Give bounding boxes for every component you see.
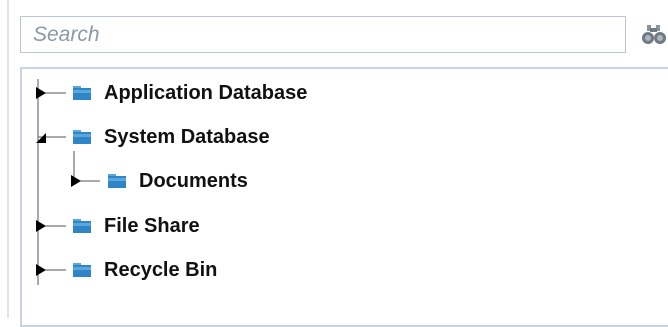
expand-arrow-icon[interactable] bbox=[34, 219, 48, 233]
expand-arrow-icon[interactable] bbox=[34, 263, 48, 277]
search-box[interactable] bbox=[20, 16, 626, 53]
expand-arrow-icon[interactable] bbox=[34, 86, 48, 100]
folder-icon bbox=[72, 262, 92, 278]
folder-icon bbox=[72, 85, 92, 101]
left-divider bbox=[7, 0, 9, 318]
expand-arrow-icon[interactable] bbox=[69, 174, 83, 188]
search-input[interactable] bbox=[21, 17, 625, 52]
tree-node-label: System Database bbox=[104, 125, 270, 148]
tree-panel: Application Database System Database Doc… bbox=[20, 67, 668, 327]
folder-icon bbox=[107, 173, 127, 189]
tree-node-file-share[interactable]: File Share bbox=[34, 211, 200, 241]
tree-node-label: File Share bbox=[104, 214, 200, 237]
tree-node-label: Documents bbox=[139, 169, 248, 192]
tree-node-system-database[interactable]: System Database bbox=[34, 122, 270, 152]
explorer-window: Application Database System Database bbox=[0, 0, 668, 327]
tree-node-label: Recycle Bin bbox=[104, 258, 218, 281]
collapse-arrow-icon[interactable] bbox=[34, 130, 48, 144]
tree-node-recycle-bin[interactable]: Recycle Bin bbox=[34, 255, 217, 285]
binoculars-icon[interactable] bbox=[641, 22, 667, 48]
tree-node-application-database[interactable]: Application Database bbox=[34, 78, 307, 108]
tree-node-documents[interactable]: Documents bbox=[69, 166, 248, 196]
folder-icon bbox=[72, 218, 92, 234]
folder-icon bbox=[72, 129, 92, 145]
tree-node-label: Application Database bbox=[104, 81, 308, 104]
